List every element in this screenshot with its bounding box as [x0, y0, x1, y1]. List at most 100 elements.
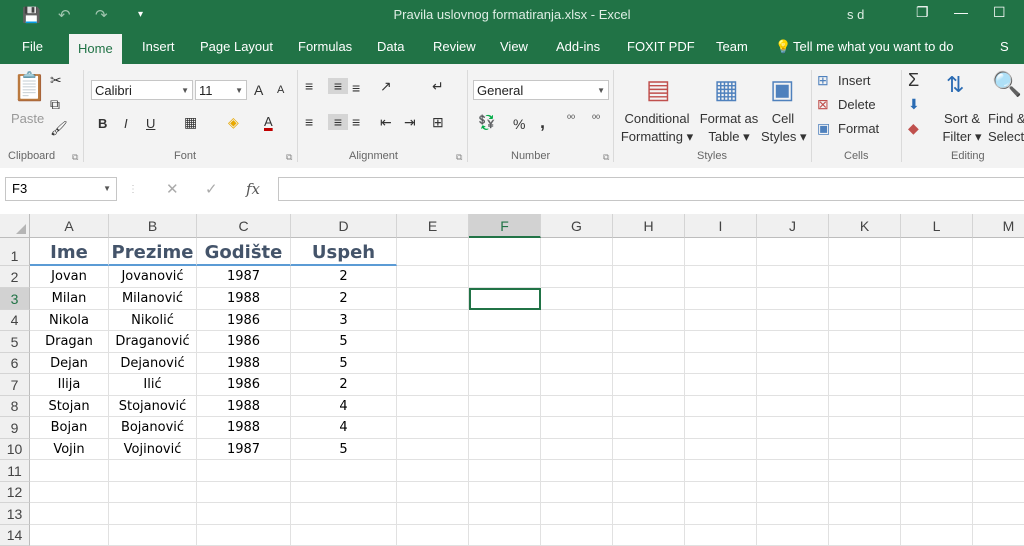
empty-cell[interactable]	[685, 266, 757, 288]
find-select-button[interactable]: Find & Select	[988, 110, 1024, 146]
empty-cell[interactable]	[613, 310, 685, 331]
data-cell[interactable]: Vojinović	[109, 439, 197, 460]
empty-cell[interactable]	[109, 525, 197, 546]
empty-cell[interactable]	[901, 238, 973, 266]
accounting-format-icon[interactable]: 💱	[478, 114, 495, 131]
column-header-a[interactable]: A	[30, 214, 109, 238]
column-header-f[interactable]: F	[469, 214, 541, 238]
cancel-icon[interactable]: ✕	[166, 180, 179, 198]
empty-cell[interactable]	[973, 503, 1024, 525]
data-cell[interactable]: Stojan	[30, 396, 109, 417]
data-cell[interactable]: 5	[291, 439, 397, 460]
empty-cell[interactable]	[541, 374, 613, 396]
row-header-1[interactable]: 1	[0, 238, 30, 266]
empty-cell[interactable]	[541, 482, 613, 503]
enter-icon[interactable]: ✓	[205, 180, 218, 198]
empty-cell[interactable]	[613, 503, 685, 525]
data-cell[interactable]: 1988	[197, 396, 291, 417]
empty-cell[interactable]	[30, 482, 109, 503]
data-cell[interactable]: 3	[291, 310, 397, 331]
column-header-h[interactable]: H	[613, 214, 685, 238]
clear-icon[interactable]: ◆	[908, 120, 919, 137]
empty-cell[interactable]	[829, 288, 901, 310]
empty-cell[interactable]	[829, 396, 901, 417]
active-cell[interactable]	[469, 288, 541, 310]
empty-cell[interactable]	[397, 374, 469, 396]
column-header-e[interactable]: E	[397, 214, 469, 238]
data-cell[interactable]: 1986	[197, 331, 291, 353]
data-cell[interactable]: Bojanović	[109, 417, 197, 439]
column-header-c[interactable]: C	[197, 214, 291, 238]
empty-cell[interactable]	[685, 310, 757, 331]
empty-cell[interactable]	[901, 503, 973, 525]
empty-cell[interactable]	[469, 525, 541, 546]
row-header-12[interactable]: 12	[0, 482, 30, 503]
data-cell[interactable]: 1987	[197, 439, 291, 460]
data-cell[interactable]: 4	[291, 417, 397, 439]
tab-add-ins[interactable]: Add-ins	[556, 39, 600, 54]
empty-cell[interactable]	[541, 310, 613, 331]
empty-cell[interactable]	[541, 417, 613, 439]
row-header-8[interactable]: 8	[0, 396, 30, 417]
empty-cell[interactable]	[757, 503, 829, 525]
empty-cell[interactable]	[757, 417, 829, 439]
increase-indent-icon[interactable]: ⇥	[404, 114, 416, 131]
font-color-button[interactable]: A	[264, 114, 273, 129]
header-cell[interactable]: Prezime	[109, 238, 197, 266]
tab-foxit-pdf[interactable]: FOXIT PDF	[627, 39, 695, 54]
empty-cell[interactable]	[397, 417, 469, 439]
grow-font-icon[interactable]: A	[254, 82, 263, 98]
alignment-launcher-icon[interactable]: ⧉	[456, 152, 462, 163]
empty-cell[interactable]	[541, 460, 613, 482]
empty-cell[interactable]	[973, 396, 1024, 417]
row-header-6[interactable]: 6	[0, 353, 30, 374]
empty-cell[interactable]	[757, 396, 829, 417]
data-cell[interactable]: Nikolić	[109, 310, 197, 331]
empty-cell[interactable]	[901, 288, 973, 310]
empty-cell[interactable]	[613, 353, 685, 374]
maximize-icon[interactable]: ☐	[993, 4, 1006, 21]
orientation-icon[interactable]: ↗	[380, 78, 392, 95]
column-header-g[interactable]: G	[541, 214, 613, 238]
decrease-decimal-icon[interactable]: ⁰⁰	[592, 114, 600, 125]
empty-cell[interactable]	[829, 238, 901, 266]
empty-cell[interactable]	[469, 374, 541, 396]
delete-cells-icon[interactable]: ⊠	[817, 96, 829, 113]
empty-cell[interactable]	[469, 310, 541, 331]
cell-styles-button[interactable]: Cell Styles ▾	[761, 110, 807, 146]
header-cell[interactable]: Ime	[30, 238, 109, 266]
empty-cell[interactable]	[973, 288, 1024, 310]
data-cell[interactable]: 2	[291, 288, 397, 310]
empty-cell[interactable]	[901, 310, 973, 331]
format-as-table-icon[interactable]: ▦	[714, 74, 739, 105]
empty-cell[interactable]	[613, 482, 685, 503]
empty-cell[interactable]	[757, 374, 829, 396]
spreadsheet-grid[interactable]: A B C D E F G H I J K L M 1 Ime Prezime Godište Uspeh 2 Jov…	[0, 214, 1024, 546]
tab-team[interactable]: Team	[716, 39, 748, 54]
empty-cell[interactable]	[469, 331, 541, 353]
empty-cell[interactable]	[469, 439, 541, 460]
data-cell[interactable]: Jovanović	[109, 266, 197, 288]
empty-cell[interactable]	[901, 525, 973, 546]
empty-cell[interactable]	[541, 288, 613, 310]
empty-cell[interactable]	[973, 238, 1024, 266]
align-right-icon[interactable]: ≡	[352, 114, 360, 130]
data-cell[interactable]: Ilija	[30, 374, 109, 396]
column-header-i[interactable]: I	[685, 214, 757, 238]
empty-cell[interactable]	[541, 525, 613, 546]
empty-cell[interactable]	[397, 238, 469, 266]
empty-cell[interactable]	[973, 266, 1024, 288]
empty-cell[interactable]	[685, 374, 757, 396]
data-cell[interactable]: Milan	[30, 288, 109, 310]
empty-cell[interactable]	[397, 503, 469, 525]
empty-cell[interactable]	[901, 460, 973, 482]
empty-cell[interactable]	[197, 503, 291, 525]
empty-cell[interactable]	[829, 503, 901, 525]
user-name[interactable]: s d	[847, 7, 864, 22]
empty-cell[interactable]	[197, 482, 291, 503]
format-as-table-button[interactable]: Format as Table ▾	[697, 110, 761, 146]
empty-cell[interactable]	[829, 439, 901, 460]
empty-cell[interactable]	[397, 288, 469, 310]
data-cell[interactable]: Stojanović	[109, 396, 197, 417]
column-header-m[interactable]: M	[973, 214, 1024, 238]
